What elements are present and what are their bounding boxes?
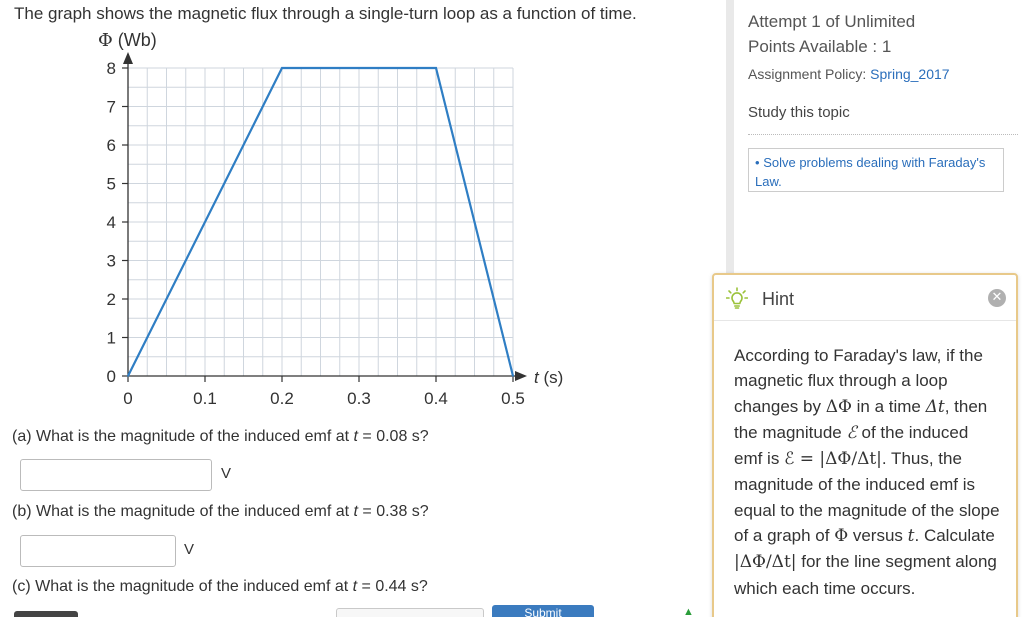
chart-grid	[127, 67, 514, 377]
x-tick-label: 0.4	[424, 389, 448, 408]
hint-title: Hint	[762, 289, 795, 309]
answer-input-a[interactable]	[20, 459, 212, 491]
flux-data-point	[512, 375, 514, 377]
policy-link[interactable]: Spring_2017	[870, 66, 949, 82]
y-tick-label: 5	[107, 175, 116, 194]
unit-b: V	[184, 541, 195, 558]
y-tick-label: 8	[107, 59, 116, 78]
flux-data-point	[281, 67, 283, 69]
submit-button[interactable]: Submit	[492, 605, 594, 617]
lightbulb-icon	[726, 287, 748, 309]
y-axis-arrow	[123, 52, 133, 64]
answer-tools-button[interactable]	[336, 608, 484, 617]
y-tick-label: 0	[107, 367, 116, 386]
sidebar-divider	[748, 134, 1018, 135]
hint-panel: Hint ✕ According to Faraday's law, if th…	[712, 273, 1018, 617]
toolbar-dark-button[interactable]	[14, 611, 78, 617]
y-tick-label: 2	[107, 290, 116, 309]
y-tick-label: 6	[107, 136, 116, 155]
x-tick-label: 0.1	[193, 389, 217, 408]
question-part-a: (a) What is the magnitude of the induced…	[12, 428, 429, 445]
answer-input-b[interactable]	[20, 535, 176, 567]
hint-text: According to Faraday's law, if the magne…	[734, 346, 1000, 598]
topic-bullet: •	[755, 155, 760, 170]
x-tick-label: 0	[123, 389, 132, 408]
x-axis-arrow	[515, 371, 527, 381]
close-icon[interactable]: ✕	[988, 289, 1006, 307]
flux-data-point	[127, 375, 129, 377]
topic-link-box[interactable]: • Solve problems dealing with Faraday's …	[748, 148, 1004, 192]
x-axis-label: t (s)	[534, 368, 563, 387]
points-available: Points Available : 1	[748, 37, 892, 56]
flux-data-point	[435, 67, 437, 69]
question-panel: The graph shows the magnetic flux throug…	[0, 0, 726, 617]
attempt-count: Attempt 1 of Unlimited	[748, 12, 916, 31]
y-tick-label: 1	[107, 329, 116, 348]
chart-axes	[122, 52, 527, 382]
assignment-policy: Assignment Policy: Spring_2017	[748, 66, 950, 82]
y-axis-label: Φ (Wb)	[98, 30, 157, 51]
flux-graph: 0 1 2 3 4 5 6 7 8 0 0.1 0.2 0.3 0.4 0.5 Φ (Wb) t (s)	[98, 30, 563, 408]
y-tick-label: 3	[107, 252, 116, 271]
question-part-b: (b) What is the magnitude of the induced…	[12, 503, 429, 520]
x-tick-label: 0.3	[347, 389, 371, 408]
hint-header: Hint ✕	[714, 275, 1016, 321]
topic-link[interactable]: Solve problems dealing with Faraday's La…	[755, 155, 985, 189]
unit-a: V	[221, 465, 232, 482]
question-part-c: (c) What is the magnitude of the induced…	[12, 578, 428, 595]
status-indicator-icon: ▲	[683, 606, 694, 617]
y-tick-label: 7	[107, 98, 116, 117]
study-topic-label: Study this topic	[748, 104, 850, 121]
x-tick-label: 0.2	[270, 389, 294, 408]
y-tick-label: 4	[107, 213, 116, 232]
x-tick-label: 0.5	[501, 389, 525, 408]
